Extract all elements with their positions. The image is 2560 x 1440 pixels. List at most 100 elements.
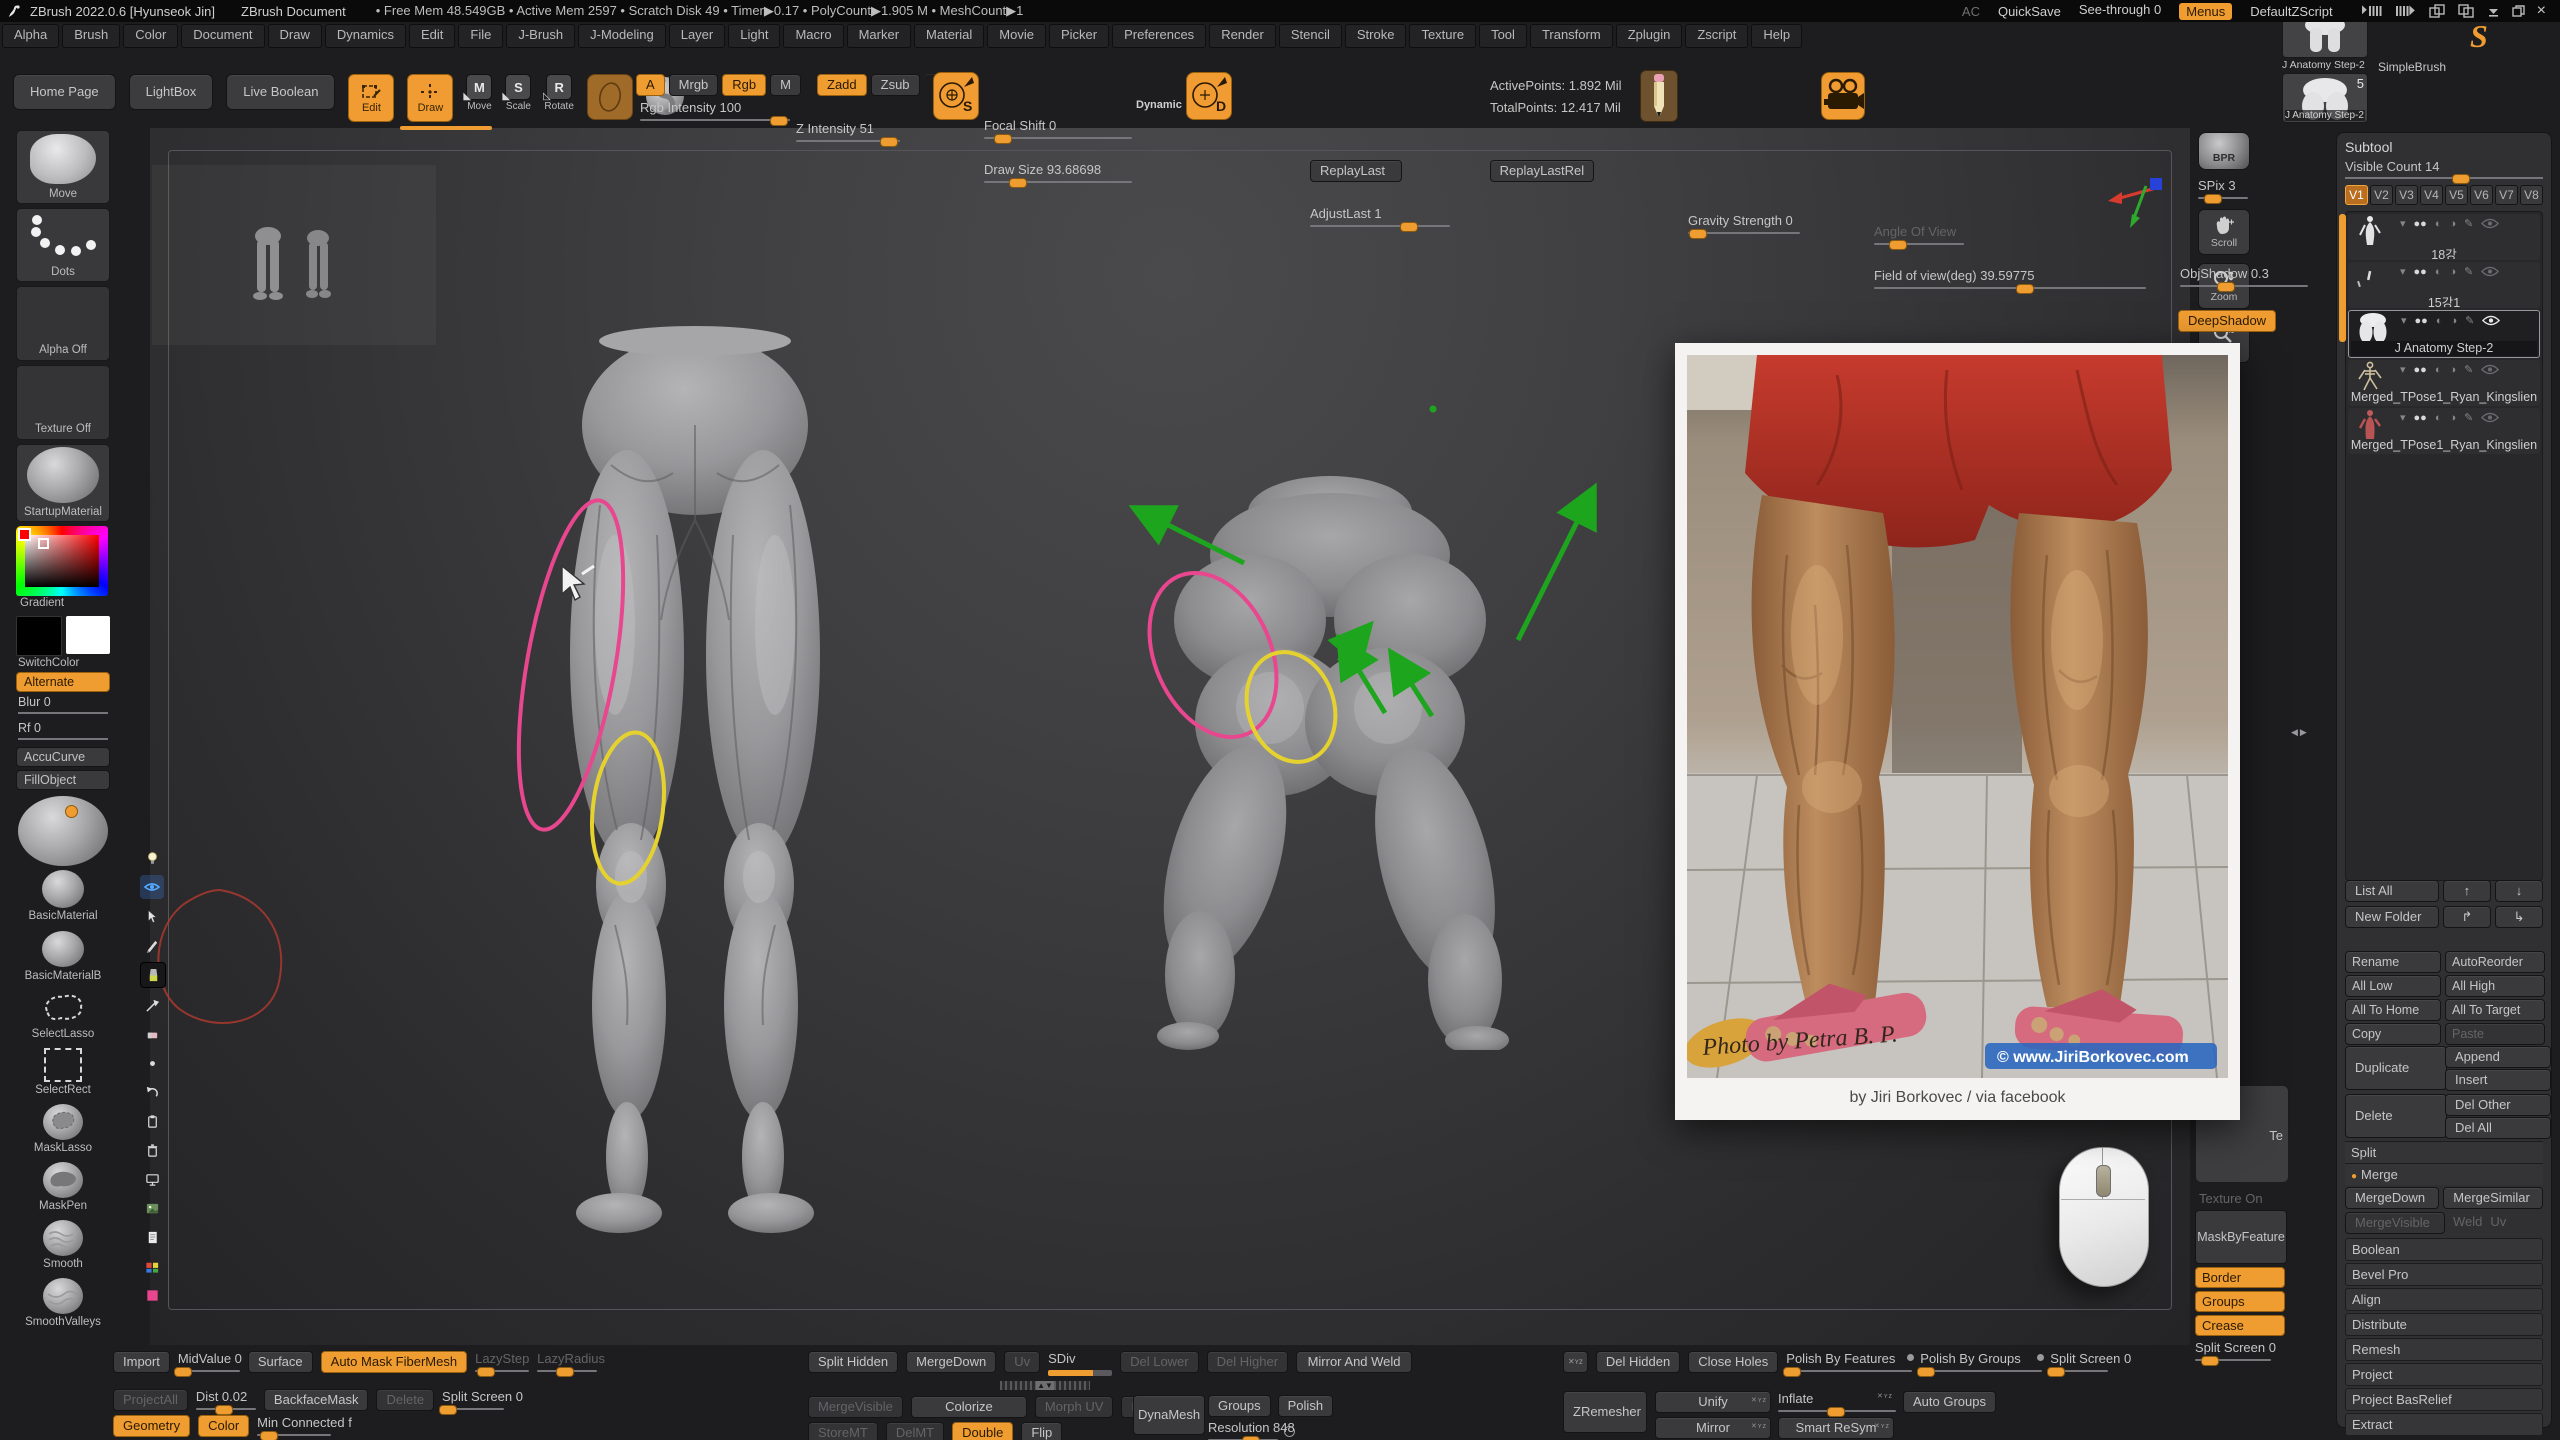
- close-icon[interactable]: ×: [2537, 2, 2546, 20]
- dynamic-label[interactable]: Dynamic: [1136, 99, 1182, 111]
- all-high-button[interactable]: All High: [2445, 975, 2545, 997]
- visibility-eye-icon[interactable]: [2481, 364, 2499, 375]
- unify-button[interactable]: Unify✕ʏᴢ: [1655, 1391, 1771, 1413]
- select-lasso-item[interactable]: SelectLasso: [16, 989, 110, 1043]
- sdiv-level-widget[interactable]: ▲▼: [1000, 1381, 1090, 1390]
- zadd-button[interactable]: Zadd: [817, 74, 867, 96]
- menu-movie[interactable]: Movie: [987, 24, 1046, 48]
- monitor-tool[interactable]: [140, 1167, 164, 1191]
- split-hidden-button[interactable]: Split Hidden: [808, 1351, 898, 1373]
- current-brush-button[interactable]: [587, 74, 633, 120]
- polish-button[interactable]: Polish: [1278, 1395, 1333, 1417]
- select-rect-item[interactable]: SelectRect: [16, 1047, 110, 1099]
- subtool-tab-v1[interactable]: V1: [2345, 185, 2368, 205]
- color-button[interactable]: Color: [198, 1415, 249, 1437]
- draw-size-slider[interactable]: Draw Size 93.68698: [984, 162, 1132, 183]
- dist-0-02-slider[interactable]: Dist 0.02: [196, 1389, 256, 1410]
- menu-material[interactable]: Material: [914, 24, 984, 48]
- move-in-button[interactable]: ↳: [2495, 906, 2543, 928]
- visibility-eye-icon[interactable]: [2481, 218, 2499, 229]
- deep-shadow-button[interactable]: DeepShadow: [2178, 310, 2276, 332]
- scale-button[interactable]: S◣Scale: [505, 74, 531, 112]
- append-button[interactable]: Append: [2445, 1046, 2551, 1068]
- extract-button[interactable]: Extract: [2345, 1413, 2543, 1436]
- lazystep-slider[interactable]: LazyStep: [475, 1351, 529, 1372]
- bevel-pro-button[interactable]: Bevel Pro: [2345, 1263, 2543, 1286]
- polypaint-icon[interactable]: ●●: [2414, 364, 2427, 376]
- smart-resym-button[interactable]: Smart ReSym✕ʏᴢ: [1778, 1417, 1894, 1439]
- fill-object-button[interactable]: FillObject: [16, 770, 110, 790]
- rotate-button[interactable]: R◺Rotate: [544, 74, 573, 112]
- visibility-eye-icon[interactable]: [2482, 315, 2500, 326]
- color-picker[interactable]: Gradient: [16, 526, 110, 612]
- dot-tool[interactable]: [140, 1051, 164, 1075]
- geometry-button[interactable]: Geometry: [113, 1415, 190, 1437]
- menu-alpha[interactable]: Alpha: [2, 24, 59, 48]
- brush-icon[interactable]: ✎: [2464, 217, 2473, 230]
- merge-visible-button[interactable]: MergeVisible: [2345, 1212, 2445, 1234]
- flip-button[interactable]: Flip: [1021, 1422, 1062, 1440]
- quick-slider-indicator[interactable]: [400, 126, 492, 130]
- camera-button[interactable]: [1821, 72, 1865, 120]
- menu-light[interactable]: Light: [728, 24, 780, 48]
- stroke-button[interactable]: S: [933, 72, 979, 120]
- clipboard-tool[interactable]: [140, 1109, 164, 1133]
- flip-icon[interactable]: ▾: [2400, 217, 2406, 230]
- menu-transform[interactable]: Transform: [1530, 24, 1613, 48]
- restore-icon[interactable]: [2512, 5, 2525, 17]
- secondary-color-swatch[interactable]: [66, 616, 110, 654]
- copy-button[interactable]: Copy: [2345, 1023, 2441, 1045]
- all-to-target-button[interactable]: All To Target: [2445, 999, 2545, 1021]
- del-higher-button[interactable]: Del Higher: [1207, 1351, 1288, 1373]
- color-sphere-marker[interactable]: [65, 805, 78, 818]
- move-out-button[interactable]: ↱: [2443, 906, 2491, 928]
- delete-button[interactable]: Delete: [376, 1389, 434, 1411]
- move-down-button[interactable]: ↓: [2495, 880, 2543, 902]
- alpha-quick-button[interactable]: A: [636, 74, 665, 96]
- split-screen-slider[interactable]: Split Screen 0: [2195, 1340, 2271, 1361]
- subtool-item[interactable]: ▾●●◐◑✎Merged_TPose1_Ryan_Kingslien: [2348, 408, 2540, 454]
- rf-slider[interactable]: Rf 0: [18, 721, 108, 740]
- minimize-icon[interactable]: [2487, 6, 2500, 17]
- morph-uv-button[interactable]: Morph UV: [1035, 1396, 1114, 1418]
- menu-marker[interactable]: Marker: [847, 24, 911, 48]
- z-intensity-slider[interactable]: Z Intensity 51: [796, 121, 900, 142]
- mask-lasso-item[interactable]: MaskLasso: [16, 1103, 110, 1157]
- rgb-button[interactable]: Rgb: [722, 74, 766, 96]
- project-basrelief-button[interactable]: Project BasRelief: [2345, 1388, 2543, 1411]
- cursor-tool[interactable]: [140, 904, 164, 928]
- shade-icon[interactable]: ◐: [2435, 218, 2442, 230]
- alternate-button[interactable]: Alternate: [16, 672, 110, 692]
- rename-button[interactable]: Rename: [2345, 951, 2441, 973]
- subtool-tab-v5[interactable]: V5: [2445, 185, 2468, 205]
- distribute-button[interactable]: Distribute: [2345, 1313, 2543, 1336]
- toggle-dot-icon[interactable]: [1907, 1354, 1914, 1361]
- del-hidden-button[interactable]: Del Hidden: [1596, 1351, 1680, 1373]
- shade-icon[interactable]: ◐: [2436, 315, 2443, 327]
- polish-by-features-slider[interactable]: Polish By Features: [1786, 1351, 1912, 1373]
- flip-icon[interactable]: ▾: [2400, 363, 2406, 376]
- visibility-eye-icon[interactable]: [2481, 266, 2499, 277]
- subtool-thumbnail[interactable]: [2350, 361, 2394, 393]
- colorize-button[interactable]: Colorize: [911, 1396, 1027, 1418]
- project-button[interactable]: Project: [2345, 1363, 2543, 1386]
- subtool-item[interactable]: ▾●●◐◑✎J Anatomy Step-2: [2348, 310, 2540, 358]
- contrast-icon[interactable]: ◑: [2450, 315, 2457, 327]
- crease-button[interactable]: Crease: [2195, 1315, 2285, 1336]
- edit-button[interactable]: Edit: [348, 74, 394, 122]
- scroll-button[interactable]: Scroll: [2198, 209, 2250, 255]
- double-button[interactable]: Double: [952, 1422, 1013, 1440]
- boolean-button[interactable]: Boolean: [2345, 1238, 2543, 1261]
- menu-stencil[interactable]: Stencil: [1279, 24, 1342, 48]
- brush-icon[interactable]: ✎: [2465, 314, 2474, 327]
- inflate-slider[interactable]: Inflate✕ʏᴢ: [1778, 1391, 1896, 1412]
- paste-button[interactable]: Paste: [2445, 1023, 2545, 1045]
- brush-icon[interactable]: ✎: [2464, 363, 2473, 376]
- document-tool[interactable]: [140, 1225, 164, 1249]
- subtool-tab-v6[interactable]: V6: [2470, 185, 2493, 205]
- surface-button[interactable]: Surface: [248, 1351, 313, 1373]
- backfacemask-button[interactable]: BackfaceMask: [264, 1389, 369, 1411]
- flip-icon[interactable]: ▾: [2401, 314, 2407, 327]
- flip-icon[interactable]: ▾: [2400, 411, 2406, 424]
- subtool-thumbnail[interactable]: [2350, 409, 2394, 441]
